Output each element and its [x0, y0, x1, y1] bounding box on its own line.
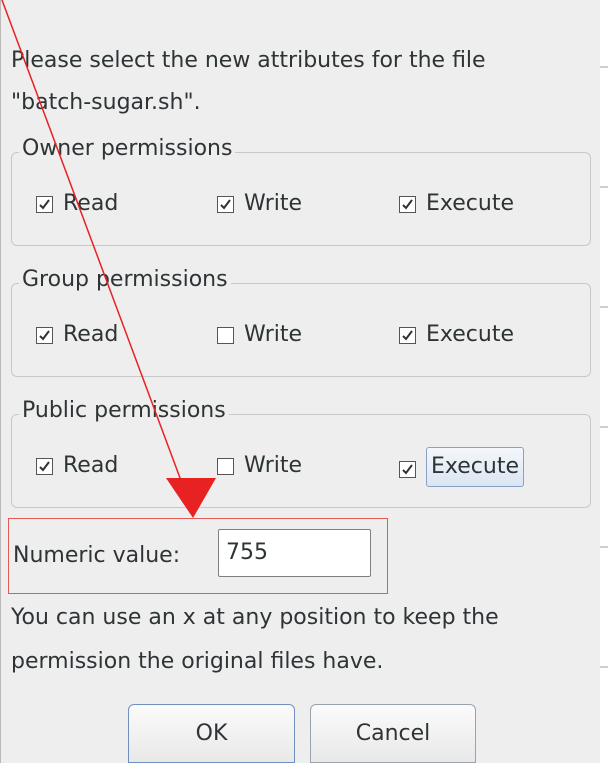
owner-execute-label: Execute	[426, 191, 514, 216]
check-icon	[39, 198, 50, 210]
public-write-label: Write	[244, 453, 303, 478]
checkbox-box[interactable]	[36, 195, 53, 213]
public-permissions-group: Public permissions Read Write Execute	[11, 396, 591, 508]
checkbox-box[interactable]	[217, 326, 234, 344]
group-read-checkbox[interactable]: Read	[36, 320, 118, 350]
prompt-line-2: "batch-sugar.sh".	[11, 90, 201, 115]
checkbox-box[interactable]	[399, 460, 416, 478]
group-execute-label: Execute	[426, 322, 514, 347]
checkbox-box[interactable]	[399, 195, 416, 213]
public-permissions-title: Public permissions	[19, 396, 229, 426]
group-permissions-group: Group permissions Read Write Execute	[11, 265, 591, 377]
window-right-edge	[600, 0, 608, 763]
check-icon	[402, 329, 413, 341]
public-read-checkbox[interactable]: Read	[36, 451, 118, 481]
check-icon	[39, 460, 50, 472]
prompt-line-1: Please select the new attributes for the…	[11, 48, 486, 73]
public-execute-checkbox[interactable]: Execute	[399, 447, 524, 487]
group-read-label: Read	[63, 322, 119, 347]
owner-write-label: Write	[244, 191, 303, 216]
owner-read-checkbox[interactable]: Read	[36, 189, 118, 219]
owner-permissions-title: Owner permissions	[19, 134, 236, 164]
check-icon	[220, 198, 231, 210]
checkbox-box[interactable]	[36, 457, 53, 475]
check-icon	[39, 329, 50, 341]
hint-line-2: permission the original files have.	[11, 649, 384, 674]
hint-line-1: You can use an x at any position to keep…	[11, 605, 499, 630]
numeric-value-label: Numeric value:	[13, 543, 181, 568]
owner-write-checkbox[interactable]: Write	[217, 189, 302, 219]
group-permissions-title: Group permissions	[19, 265, 231, 295]
owner-read-label: Read	[63, 191, 119, 216]
check-icon	[402, 463, 413, 475]
checkbox-box[interactable]	[217, 457, 234, 475]
ok-button[interactable]: OK	[128, 704, 295, 763]
numeric-value-input[interactable]: 755	[218, 529, 371, 577]
cancel-button[interactable]: Cancel	[310, 704, 476, 763]
public-write-checkbox[interactable]: Write	[217, 451, 302, 481]
checkbox-box[interactable]	[399, 326, 416, 344]
owner-execute-checkbox[interactable]: Execute	[399, 189, 514, 219]
numeric-value-highlight: Numeric value: 755	[8, 518, 388, 594]
owner-permissions-group: Owner permissions Read Write Execute	[11, 134, 591, 246]
public-execute-label: Execute	[426, 447, 524, 487]
check-icon	[402, 198, 413, 210]
checkbox-box[interactable]	[217, 195, 234, 213]
group-write-label: Write	[244, 322, 303, 347]
group-execute-checkbox[interactable]: Execute	[399, 320, 514, 350]
checkbox-box[interactable]	[36, 326, 53, 344]
group-write-checkbox[interactable]: Write	[217, 320, 302, 350]
window-left-border	[0, 0, 1, 763]
public-read-label: Read	[63, 453, 119, 478]
